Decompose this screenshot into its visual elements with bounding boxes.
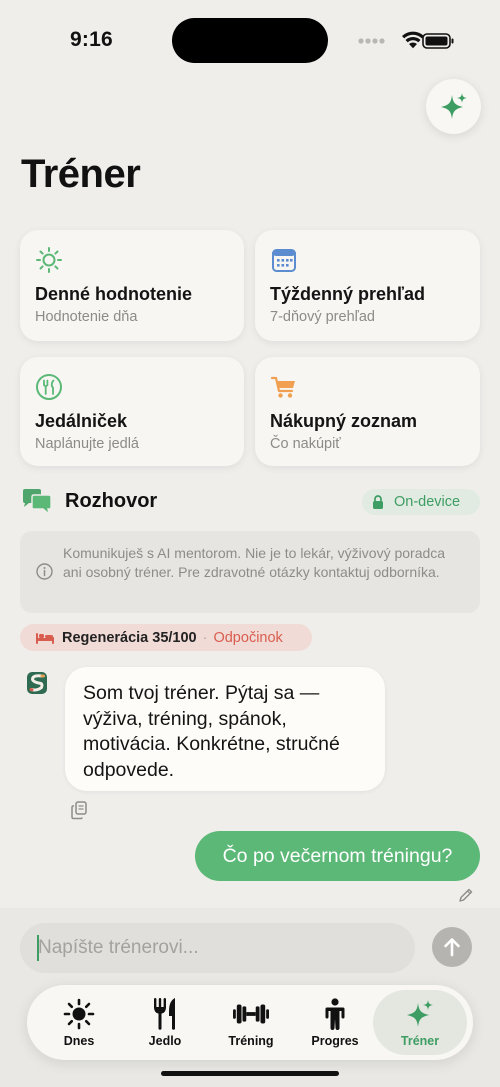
status-icons [358,31,454,49]
lock-icon [373,495,383,509]
cart-icon [270,376,295,398]
chat-bubbles-icon [23,489,52,516]
tile-subtitle: Čo nakúpiť [270,436,341,452]
tile-subtitle: Hodnotenie dňa [35,309,138,325]
tile-meal-plan[interactable]: Jedálniček Naplánujte jedlá [20,357,244,466]
tile-title: Jedálniček [35,411,128,431]
tab-trainer[interactable]: Tréner [373,985,467,1060]
on-device-badge: On-device [362,489,480,515]
tile-subtitle: Naplánujte jedlá [35,436,139,452]
tile-weekly-overview[interactable]: Týždenný prehľad 7-dňový prehľad [255,230,480,341]
trainer-avatar [27,672,47,694]
tab-food[interactable]: Jedlo [121,985,209,1060]
pencil-icon[interactable] [458,888,473,903]
assistant-message: Som tvoj tréner. Pýtaj sa — výživa, trén… [65,667,385,791]
sparkles-icon [407,1000,433,1027]
ai-disclaimer: Komunikuješ s AI mentorom. Nie je to lek… [20,531,480,613]
dynamic-island [172,18,328,63]
bed-icon [36,633,54,644]
tile-title: Týždenný prehľad [270,284,425,304]
user-message: Čo po večernom tréningu? [195,831,480,881]
on-device-label: On-device [394,494,461,510]
tile-subtitle: 7-dňový prehľad [270,309,375,325]
text-caret [37,935,39,961]
sun-icon [63,998,95,1030]
fork-knife-icon [36,374,62,400]
send-button[interactable] [432,927,472,967]
disclaimer-text: Komunikuješ s AI mentorom. Nie je to lek… [63,545,446,580]
copy-icon[interactable] [70,801,88,820]
tab-label: Progres [311,1034,359,1048]
tab-bar: Dnes Jedlo Tréning Progres Tréner [27,985,473,1060]
ai-sparkle-button[interactable] [426,79,481,134]
battery-icon [422,33,454,49]
tab-label: Tréner [400,1034,440,1048]
regeneration-status: Odpočinok [213,629,283,646]
tile-title: Denné hodnotenie [35,284,192,304]
sparkles-icon [440,92,467,119]
tab-label: Jedlo [148,1034,182,1048]
sun-icon [36,247,62,273]
regeneration-badge: Regenerácia 35/100 · Odpočinok [20,624,312,651]
home-indicator [161,1071,339,1076]
info-icon [36,563,53,580]
tab-training[interactable]: Tréning [207,985,295,1060]
tile-shopping-list[interactable]: Nákupný zoznam Čo nakúpiť [255,357,480,466]
tab-today[interactable]: Dnes [35,985,123,1060]
wifi-icon [402,31,424,49]
status-time: 9:16 [70,28,113,51]
dumbbell-icon [233,1004,269,1024]
tab-label: Dnes [63,1034,95,1048]
tile-title: Nákupný zoznam [270,411,418,431]
regeneration-separator: · [202,629,208,646]
fork-knife-icon [154,998,175,1030]
tab-progress[interactable]: Progres [291,985,379,1060]
regeneration-label: Regenerácia 35/100 [62,629,197,646]
calendar-icon [272,249,296,272]
arrow-up-icon [444,938,460,957]
tab-label: Tréning [228,1034,274,1048]
tile-daily-rating[interactable]: Denné hodnotenie Hodnotenie dňa [20,230,244,341]
message-input[interactable] [20,923,415,973]
person-icon [325,998,345,1030]
page-title: Tréner [21,152,141,196]
chat-title: Rozhovor [65,490,158,512]
